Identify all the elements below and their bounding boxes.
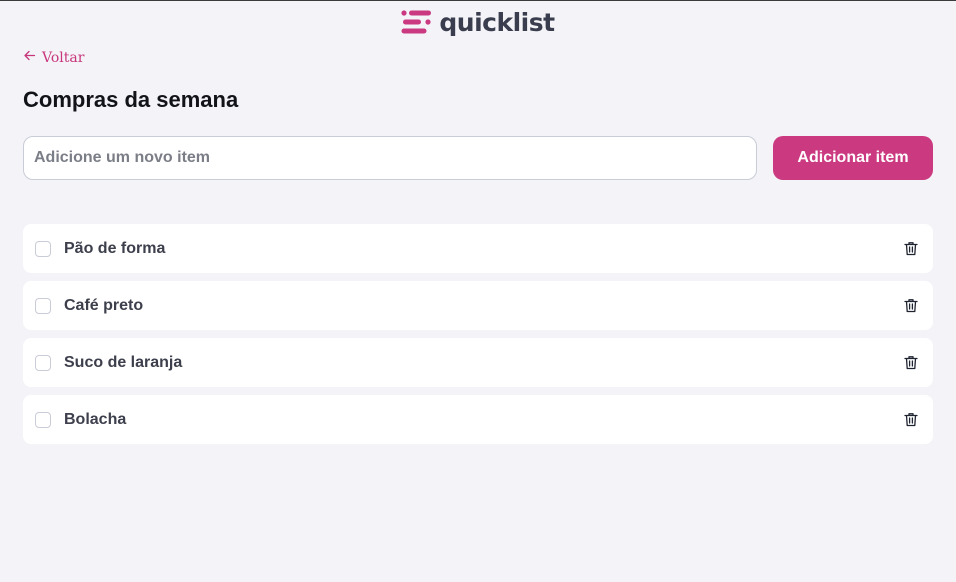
app-name: quicklist: [439, 7, 555, 37]
item-label: Café preto: [64, 296, 144, 314]
back-link-label: Voltar: [42, 49, 85, 66]
trash-icon[interactable]: [901, 239, 921, 259]
list-item: Café preto: [23, 281, 933, 330]
item-checkbox[interactable]: [35, 411, 51, 428]
item-checkbox[interactable]: [35, 297, 51, 314]
trash-icon[interactable]: [901, 410, 921, 430]
list-item: Bolacha: [23, 395, 933, 444]
app-logo[interactable]: quicklist: [401, 7, 555, 37]
item-label: Suco de laranja: [64, 353, 183, 371]
page-title: Compras da semana: [23, 87, 239, 112]
new-item-input[interactable]: [23, 136, 757, 180]
list-lines-icon: [401, 10, 433, 34]
shopping-list: Pão de forma Café preto Suco de laranja …: [23, 224, 933, 452]
item-checkbox[interactable]: [35, 354, 51, 371]
list-item: Suco de laranja: [23, 338, 933, 387]
item-label: Bolacha: [64, 410, 127, 428]
item-label: Pão de forma: [64, 239, 166, 257]
trash-icon[interactable]: [901, 353, 921, 373]
add-item-button[interactable]: Adicionar item: [773, 136, 933, 180]
list-item: Pão de forma: [23, 224, 933, 273]
app-header: quicklist: [0, 6, 956, 38]
back-link[interactable]: Voltar: [23, 49, 84, 66]
item-checkbox[interactable]: [35, 240, 51, 257]
arrow-left-icon: [23, 49, 36, 66]
trash-icon[interactable]: [901, 296, 921, 316]
